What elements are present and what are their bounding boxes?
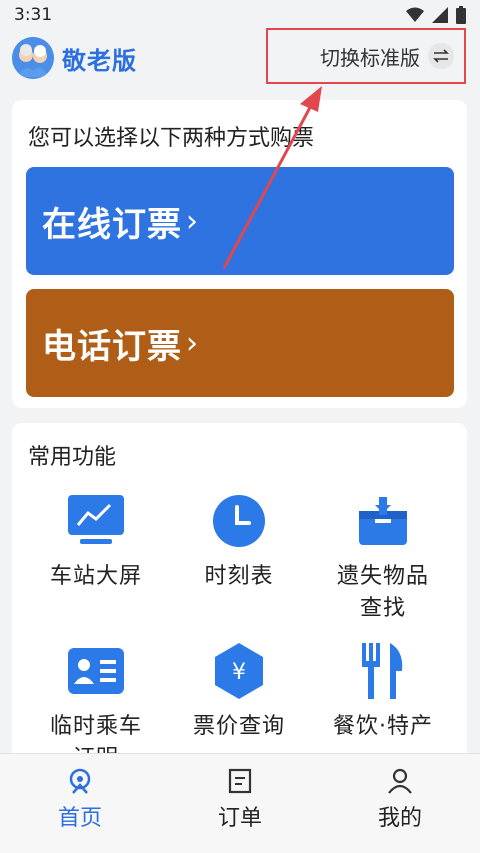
battery-icon <box>456 6 466 24</box>
status-icons <box>406 6 466 24</box>
food-specialty-item[interactable]: 餐饮·特产 <box>313 641 453 743</box>
elderly-avatar-logo-icon <box>12 37 54 79</box>
bottom-tab-bar: 首页 订单 我的 <box>0 753 480 853</box>
status-time: 3:31 <box>14 5 53 25</box>
order-list-icon <box>228 768 252 794</box>
clock-icon <box>209 491 269 551</box>
ticket-card-title: 您可以选择以下两种方式购票 <box>28 126 315 151</box>
chevron-right-icon: › <box>186 203 199 239</box>
phone-booking-label: 电话订票 <box>42 326 182 367</box>
station-screen-item[interactable]: 车站大屏 <box>26 491 166 593</box>
app-title: 敬老版 <box>62 46 137 75</box>
tab-profile-label: 我的 <box>377 806 422 831</box>
fare-query-label: 票价查询 <box>192 714 285 739</box>
status-bar: 3:31 <box>0 0 480 30</box>
switch-standard-button[interactable]: 切换标准版 <box>266 28 466 84</box>
app-brand: 敬老版 <box>12 37 137 79</box>
switch-standard-label: 切换标准版 <box>320 45 420 70</box>
swap-arrows-icon <box>428 43 454 69</box>
tab-orders-label: 订单 <box>217 806 262 831</box>
online-booking-button[interactable]: 在线订票 › <box>26 167 454 275</box>
fare-query-item[interactable]: ¥ 票价查询 <box>169 641 309 743</box>
fork-knife-icon <box>353 641 413 701</box>
tab-orders[interactable]: 订单 <box>160 754 320 853</box>
phone-booking-button[interactable]: 电话订票 › <box>26 289 454 397</box>
chevron-right-icon: › <box>186 325 199 361</box>
station-screen-label: 车站大屏 <box>49 564 142 589</box>
common-functions-card: 常用功能 车站大屏 时刻表 遗失物品 查找 临时乘车 ¥ 票价查询 餐饮·特产 <box>12 423 467 771</box>
svg-text:¥: ¥ <box>232 660 246 685</box>
online-booking-label: 在线订票 <box>42 204 182 245</box>
home-train-icon <box>69 768 91 794</box>
lost-found-item[interactable]: 遗失物品 查找 <box>313 491 453 625</box>
lost-box-icon <box>353 491 413 551</box>
signal-icon <box>432 7 448 23</box>
food-specialty-label: 餐饮·特产 <box>333 714 433 739</box>
lost-found-label: 遗失物品 查找 <box>336 564 429 621</box>
functions-title: 常用功能 <box>28 445 117 470</box>
tab-home[interactable]: 首页 <box>0 754 160 853</box>
tab-profile[interactable]: 我的 <box>320 754 480 853</box>
monitor-chart-icon <box>66 491 126 551</box>
wifi-icon <box>406 7 424 22</box>
id-card-icon <box>66 641 126 701</box>
tab-home-label: 首页 <box>57 806 102 831</box>
yuan-hexagon-icon: ¥ <box>209 641 269 701</box>
profile-icon <box>388 768 412 794</box>
timetable-item[interactable]: 时刻表 <box>169 491 309 593</box>
timetable-label: 时刻表 <box>204 564 274 589</box>
ticket-method-card: 您可以选择以下两种方式购票 在线订票 › 电话订票 › <box>12 100 467 408</box>
